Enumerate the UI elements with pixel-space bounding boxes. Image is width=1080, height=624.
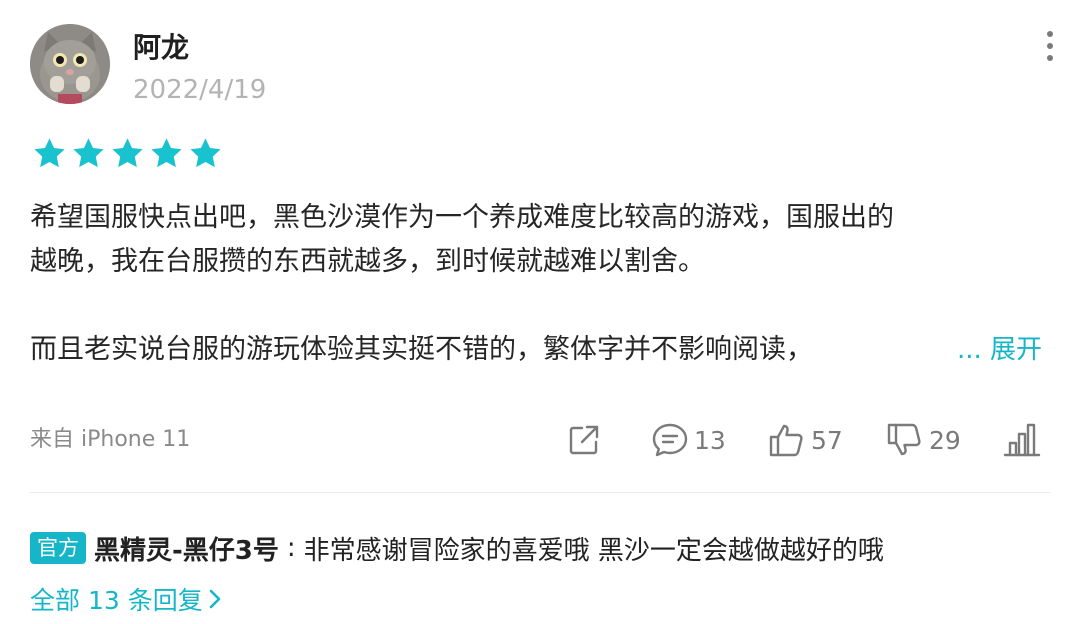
official-badge: 官方 [30, 532, 86, 564]
more-options-button[interactable] [1030, 26, 1070, 66]
share-icon [569, 425, 599, 455]
divider [30, 492, 1050, 493]
reply-author[interactable]: 黑精灵-黑仔3号 [94, 530, 279, 567]
device-label: 来自 iPhone 11 [30, 427, 191, 452]
star-icon [190, 138, 221, 168]
review-date: 2022/4/19 [133, 75, 267, 105]
star-icon [73, 138, 104, 168]
review-line: 而且老实说台服的游玩体验其实挺不错的，繁体字并不影响阅读， [30, 334, 813, 365]
star-icon [34, 138, 65, 168]
all-replies-link[interactable]: 全部 13 条回复 [30, 580, 223, 618]
dislike-count: 29 [929, 425, 961, 455]
comment-icon [652, 423, 688, 457]
star-rating [32, 136, 223, 171]
official-reply[interactable]: 官方 黑精灵-黑仔3号 : 非常感谢冒险家的喜爱哦 黑沙一定会越做越好的哦 [30, 526, 1060, 570]
review-line: 希望国服快点出吧，黑色沙漠作为一个养成难度比较高的游戏，国服出的 [30, 202, 894, 233]
expand-button[interactable]: ... 展开 [957, 328, 1042, 372]
share-button[interactable] [565, 416, 603, 464]
dislike-button[interactable]: 29 [885, 416, 961, 464]
all-replies-label: 全部 13 条回复 [30, 586, 203, 615]
like-count: 57 [811, 425, 843, 455]
chevron-right-icon [209, 589, 221, 609]
review-line: 越晚，我在台服攒的东西就越多，到时候就越难以割舍。 [30, 246, 705, 277]
thumbs-up-icon [769, 424, 803, 457]
stats-icon [1003, 423, 1041, 457]
review-footer: 来自 iPhone 11 13 57 29 [30, 416, 1050, 464]
thumbs-down-icon [887, 423, 921, 456]
comment-count: 13 [694, 425, 726, 455]
reply-separator: : [286, 533, 296, 563]
stats-button[interactable] [1002, 416, 1042, 464]
reply-text: 非常感谢冒险家的喜爱哦 黑沙一定会越做越好的哦 [303, 535, 884, 566]
review-text: 希望国服快点出吧，黑色沙漠作为一个养成难度比较高的游戏，国服出的 越晚，我在台服… [30, 196, 1050, 372]
star-icon [112, 138, 143, 168]
username[interactable]: 阿龙 [133, 28, 189, 68]
avatar[interactable] [30, 24, 110, 104]
star-icon [151, 138, 182, 168]
more-vertical-icon [1047, 31, 1053, 37]
like-button[interactable]: 57 [767, 416, 843, 464]
comment-button[interactable]: 13 [650, 416, 726, 464]
